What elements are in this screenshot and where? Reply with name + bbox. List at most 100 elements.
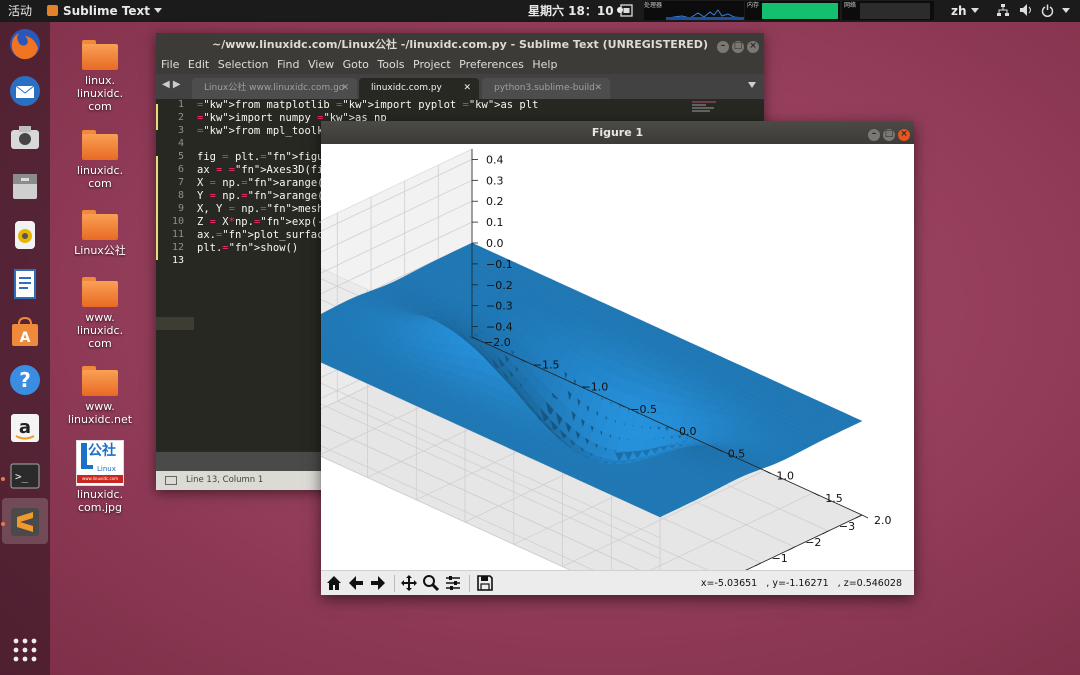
- software-center-icon[interactable]: A: [7, 314, 43, 350]
- tab-nav-arrows[interactable]: ◀ ▶: [162, 79, 181, 90]
- app-menu[interactable]: Sublime Text: [47, 0, 163, 22]
- sublime-title: ~/www.linuxidc.com/Linux公社 -/linuxidc.co…: [212, 38, 708, 51]
- network-monitor[interactable]: 网络: [842, 1, 934, 20]
- camera-icon[interactable]: [7, 120, 43, 156]
- figure-window: Figure 1 –□× −3−2−10123−2.0−1.5−1.0−0.50…: [321, 121, 914, 595]
- y-tick: [861, 514, 869, 519]
- current-line-highlight: [156, 317, 194, 330]
- thunderbird-icon[interactable]: [7, 73, 43, 109]
- line-number: 9: [177, 203, 184, 214]
- network-icon[interactable]: [996, 0, 1010, 22]
- activities-button[interactable]: 活动: [8, 0, 32, 22]
- maximize-button[interactable]: □: [732, 41, 744, 53]
- code-line: ="kw">from matplotlib ="kw">import pyplo…: [197, 99, 539, 111]
- tab-python3-sublime-build[interactable]: python3.sublime-build ✕: [482, 78, 610, 99]
- y-tick-label: −1.0: [582, 381, 609, 394]
- back-icon[interactable]: [346, 574, 366, 593]
- writer-icon[interactable]: [7, 266, 43, 302]
- folder-icon: [82, 210, 118, 240]
- menu-goto[interactable]: Goto: [343, 56, 369, 74]
- folder-icon: [82, 40, 118, 70]
- tab-linux-gongshe-go[interactable]: Linux公社 www.linuxidc.com.go ✕: [192, 78, 357, 99]
- desktop-folder-www-linuxidc-net[interactable]: www. linuxidc.net: [60, 366, 140, 426]
- y-tick-label: 1.5: [825, 492, 843, 505]
- show-apps-icon[interactable]: [7, 632, 43, 668]
- y-tick-label: 0.5: [728, 447, 746, 460]
- files-icon[interactable]: [7, 168, 43, 204]
- menu-selection[interactable]: Selection: [218, 56, 269, 74]
- menu-tools[interactable]: Tools: [377, 56, 404, 74]
- minimap[interactable]: [692, 101, 722, 119]
- clock[interactable]: 星期六 18：10: [528, 0, 623, 22]
- sublime-titlebar[interactable]: ~/www.linuxidc.com/Linux公社 -/linuxidc.co…: [156, 33, 764, 56]
- menu-project[interactable]: Project: [413, 56, 451, 74]
- desktop-folder-linuxidc-com[interactable]: linuxidc. com: [60, 130, 140, 190]
- menu-help[interactable]: Help: [532, 56, 557, 74]
- terminal-icon[interactable]: >_: [7, 458, 43, 494]
- close-tab-icon[interactable]: ✕: [594, 78, 602, 99]
- figure-titlebar[interactable]: Figure 1 – □ ×: [321, 121, 914, 144]
- tab-overflow-icon[interactable]: [748, 82, 756, 88]
- y-tick-label: 1.0: [777, 470, 795, 483]
- y-tick-label: 2.0: [874, 514, 892, 527]
- y-tick-label: −2.0: [484, 336, 511, 349]
- sublime-menubar: File Edit Selection Find View Goto Tools…: [156, 56, 764, 74]
- minimize-icon: –: [871, 129, 877, 139]
- desktop-folder-www-linuxidc-com[interactable]: www. linuxidc. com: [60, 277, 140, 350]
- z-tick-label: −0.2: [486, 279, 513, 292]
- help-icon[interactable]: ?: [7, 362, 43, 398]
- forward-icon[interactable]: [368, 574, 388, 593]
- home-icon[interactable]: [324, 574, 344, 593]
- zoom-icon[interactable]: [421, 574, 441, 593]
- x-tick-label: −3: [839, 520, 855, 533]
- menu-edit[interactable]: Edit: [188, 56, 209, 74]
- close-button[interactable]: ×: [898, 129, 910, 141]
- cpu-monitor[interactable]: 处理器: [644, 1, 744, 20]
- power-icon[interactable]: [1041, 0, 1070, 22]
- toolbar-separator: [469, 575, 470, 592]
- menu-file[interactable]: File: [161, 56, 179, 74]
- save-icon[interactable]: [475, 574, 495, 593]
- close-tab-icon[interactable]: ✕: [341, 78, 349, 99]
- desktop-folder-linux-linuxidc-com[interactable]: linux. linuxidc. com: [60, 40, 140, 113]
- image-thumbnail: 公社 Linux www.linuxidc.com: [76, 440, 124, 486]
- net-label: 网络: [844, 2, 857, 9]
- menu-preferences[interactable]: Preferences: [459, 56, 524, 74]
- running-indicator: [1, 477, 5, 481]
- surface-plot[interactable]: −3−2−10123−2.0−1.5−1.0−0.50.00.51.01.52.…: [321, 144, 914, 570]
- subplots-icon[interactable]: [443, 574, 463, 593]
- panel-toggle-icon[interactable]: [165, 476, 177, 485]
- line-number: 3: [177, 125, 184, 136]
- figure-title: Figure 1: [591, 126, 644, 139]
- input-method-menu[interactable]: zh: [951, 0, 979, 22]
- close-tab-icon[interactable]: ✕: [463, 78, 471, 99]
- rhythmbox-icon[interactable]: [7, 217, 43, 253]
- minimize-button[interactable]: –: [717, 41, 729, 53]
- line-gutter: 1 2 3 4 5 6 7 8 9 10 11 12 13: [156, 99, 194, 451]
- running-indicator: [1, 522, 5, 526]
- minimize-button[interactable]: –: [868, 129, 880, 141]
- firefox-icon[interactable]: [7, 26, 43, 62]
- sublime-text-icon[interactable]: [7, 504, 43, 540]
- app-menu-label: Sublime Text: [63, 4, 151, 18]
- memory-monitor[interactable]: 内存: [745, 1, 840, 20]
- menu-view[interactable]: View: [308, 56, 334, 74]
- menu-find[interactable]: Find: [277, 56, 300, 74]
- maximize-button[interactable]: □: [883, 129, 895, 141]
- desktop-file-linuxidc-com-jpg[interactable]: 公社 Linux www.linuxidc.com linuxidc. com.j…: [60, 440, 140, 514]
- volume-icon[interactable]: [1019, 0, 1033, 22]
- folder-icon: [82, 130, 118, 160]
- close-button[interactable]: ×: [747, 41, 759, 53]
- z-tick-label: 0.2: [486, 195, 504, 208]
- screenshot-icon[interactable]: [620, 0, 633, 22]
- tab-linuxidc-com-py[interactable]: linuxidc.com.py ✕: [359, 78, 479, 99]
- line-number: 10: [171, 216, 184, 227]
- chevron-down-icon: [154, 8, 163, 13]
- thumb-logo-text: 公社: [88, 443, 116, 459]
- tab-label: Linux公社 www.linuxidc.com.go: [204, 83, 345, 93]
- cursor-position: Line 13, Column 1: [186, 475, 264, 485]
- amazon-icon[interactable]: a: [7, 410, 43, 446]
- pan-icon[interactable]: [399, 574, 419, 593]
- desktop-folder-linux-gongshe[interactable]: Linux公社: [60, 210, 140, 257]
- line-number: 5: [177, 151, 184, 162]
